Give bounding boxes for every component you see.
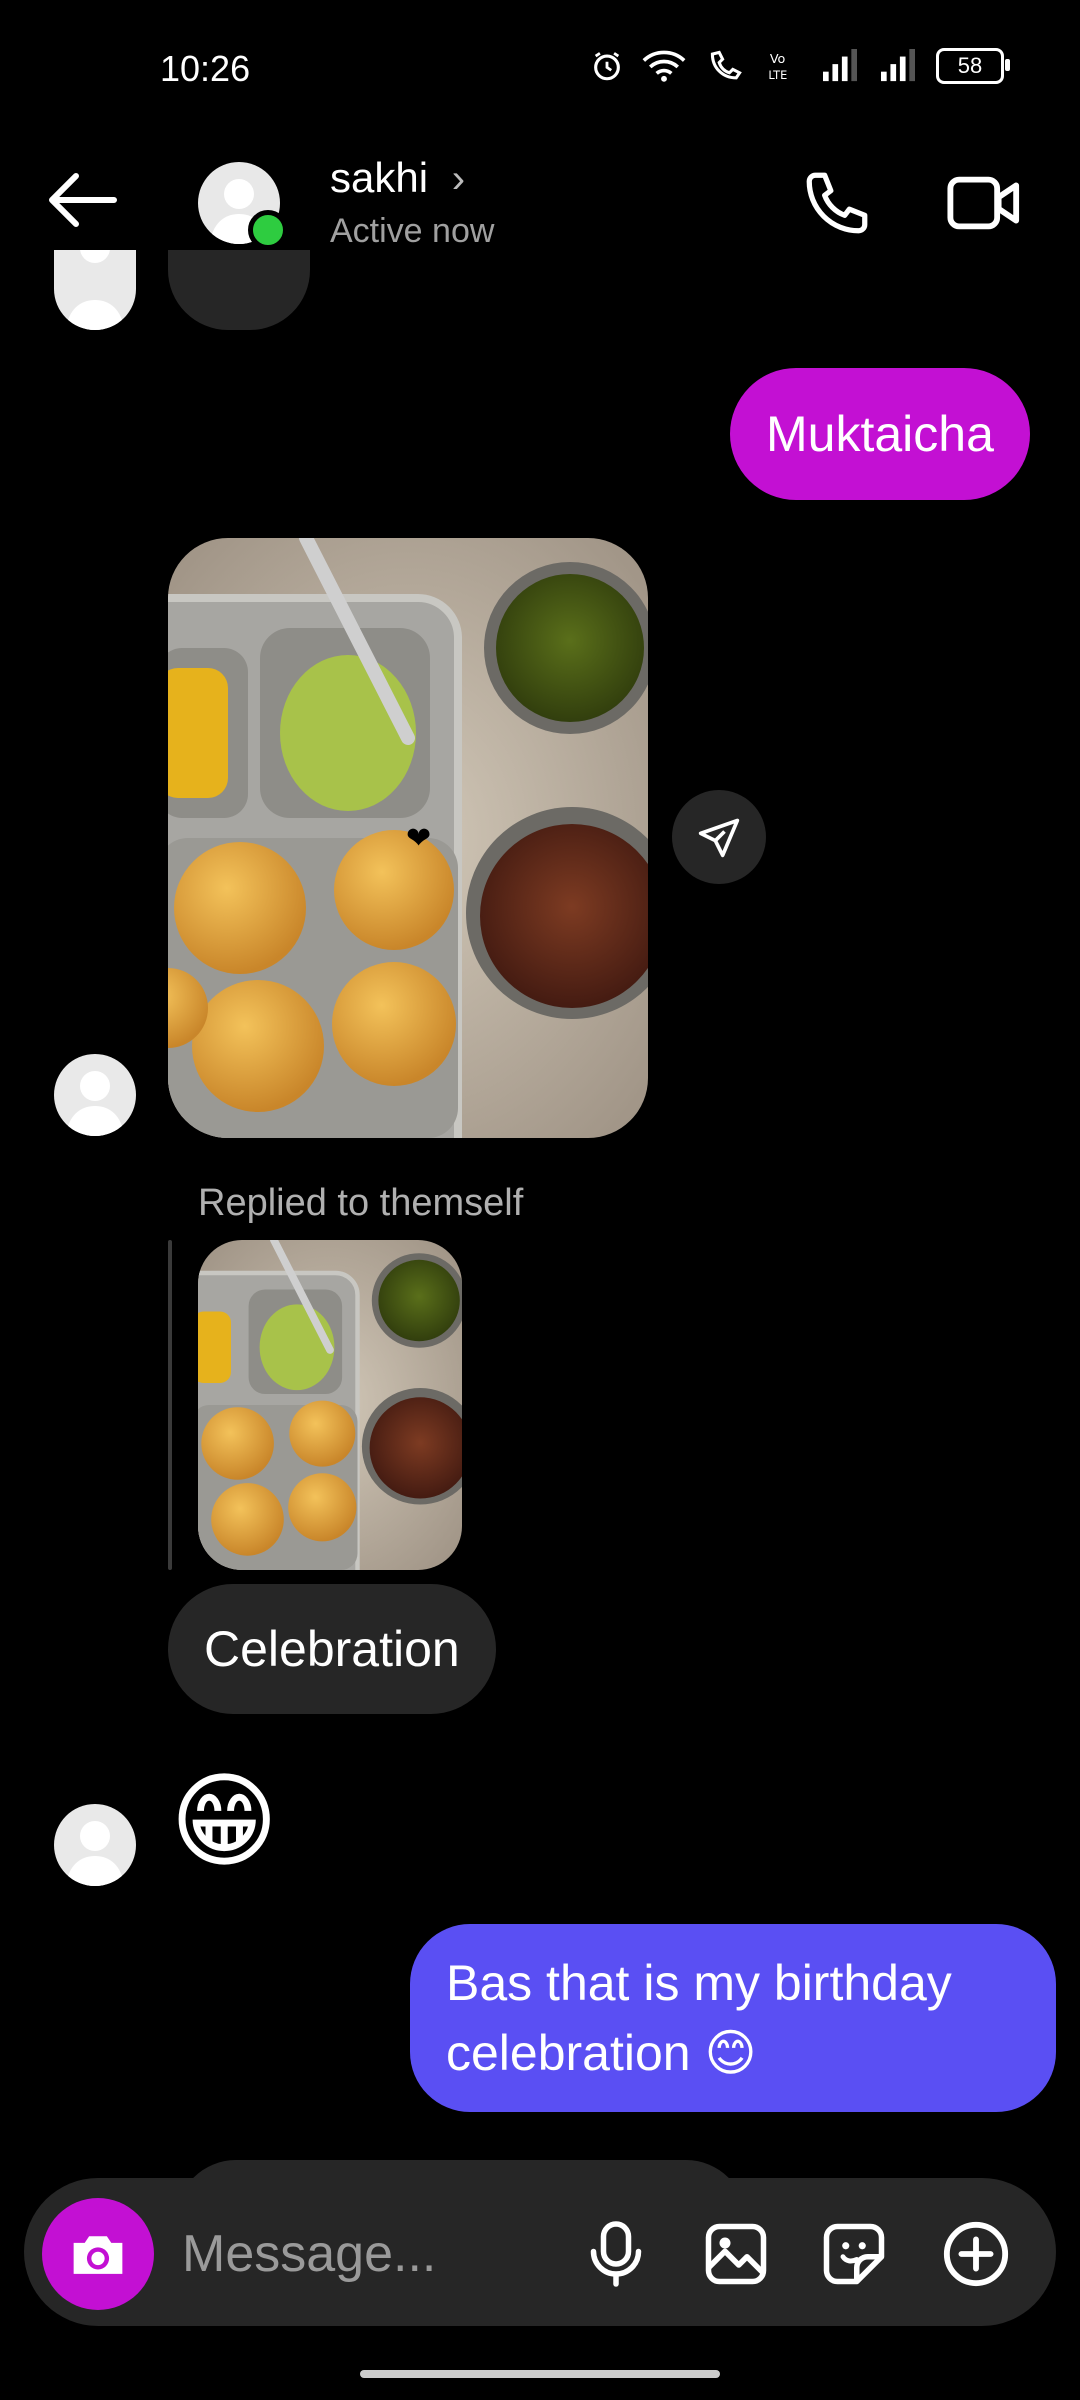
status-icons: Vo LTE 58 <box>590 48 1010 84</box>
microphone-button[interactable] <box>580 2218 652 2290</box>
message-bubble-partial <box>168 250 310 330</box>
back-arrow-icon <box>49 173 117 227</box>
video-camera-icon <box>947 176 1020 230</box>
camera-icon <box>73 2236 123 2274</box>
gallery-button[interactable] <box>700 2218 772 2290</box>
image-icon <box>705 2223 767 2285</box>
active-status: Active now <box>330 212 495 250</box>
wifi-calling-icon <box>710 50 742 80</box>
message-input[interactable] <box>180 2218 544 2290</box>
back-button[interactable] <box>46 170 118 235</box>
plus-circle-icon <box>943 2221 1009 2287</box>
more-options-button[interactable] <box>940 2218 1012 2290</box>
chat-avatar <box>54 250 136 330</box>
phone-icon <box>806 172 868 234</box>
video-call-button[interactable] <box>946 170 1022 241</box>
chat-avatar <box>54 1804 136 1886</box>
svg-text:LTE: LTE <box>768 68 787 82</box>
food-thali-thumbnail-image <box>198 1240 462 1570</box>
svg-text:Vo: Vo <box>770 52 786 67</box>
received-message[interactable]: Celebration <box>168 1584 496 1714</box>
default-avatar-icon <box>66 250 124 330</box>
sent-message[interactable]: Bas that is my birthday celebration 😊 <box>410 1924 1056 2112</box>
sent-message[interactable]: Muktaicha <box>730 368 1030 500</box>
reply-bar <box>168 1240 172 1570</box>
paper-plane-icon <box>698 818 740 858</box>
voice-call-button[interactable] <box>800 166 874 245</box>
battery-indicator: 58 <box>936 48 1010 84</box>
contact-name-text: sakhi <box>330 154 429 201</box>
food-thali-image: ❤ <box>168 538 648 1138</box>
chevron-right-icon: › <box>451 157 466 201</box>
camera-button[interactable] <box>42 2198 154 2310</box>
photo-message[interactable]: ❤ <box>168 538 648 1138</box>
share-button[interactable] <box>672 790 766 884</box>
replied-label: Replied to themself <box>198 1182 524 1224</box>
default-avatar-icon <box>66 1071 124 1136</box>
signal-icon-1 <box>823 49 857 82</box>
chat-avatar <box>54 1054 136 1136</box>
emoji-message[interactable]: 😁 <box>170 1762 278 1882</box>
volte-icon: VoLTE <box>768 52 787 82</box>
status-time: 10:26 <box>160 48 251 89</box>
sticker-icon <box>823 2223 885 2285</box>
microphone-icon <box>590 2221 642 2287</box>
alarm-icon <box>594 52 620 81</box>
default-avatar-icon <box>66 1821 124 1886</box>
wifi-icon <box>642 50 686 82</box>
signal-icon-2 <box>881 49 915 82</box>
svg-text:❤: ❤ <box>406 821 431 856</box>
online-indicator <box>248 210 288 250</box>
home-indicator <box>360 2370 720 2378</box>
contact-name[interactable]: sakhi › <box>330 154 465 202</box>
sticker-button[interactable] <box>818 2218 890 2290</box>
reply-photo-thumbnail[interactable] <box>198 1240 462 1570</box>
